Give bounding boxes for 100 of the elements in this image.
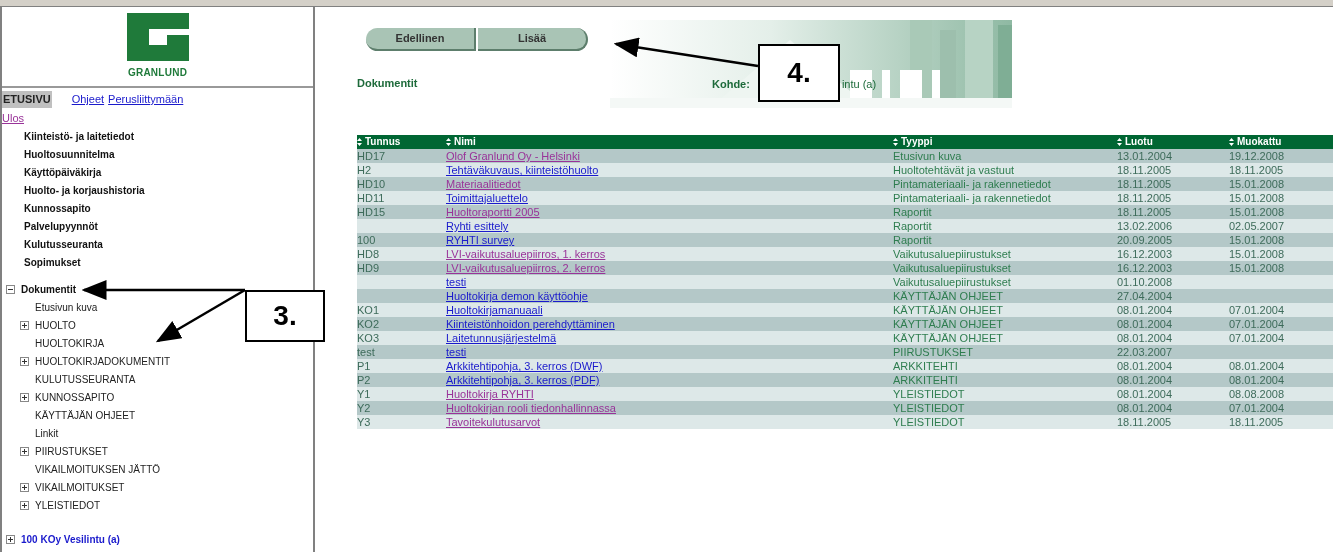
tree-item[interactable]: KUNNOSSAPITO [35, 389, 115, 405]
column-header[interactable]: Tyyppi [893, 135, 1117, 149]
table-cell: YLEISTIEDOT [893, 402, 965, 414]
menu-item[interactable]: Sopimukset [24, 256, 81, 270]
table-cell: HD10 [357, 178, 386, 190]
tree-item[interactable]: Linkit [35, 425, 59, 441]
document-link[interactable]: Laitetunnusjärjestelmä [446, 332, 557, 344]
table-cell: Vaikutusaluepiirustukset [893, 248, 1011, 260]
table-cell: Y2 [357, 402, 371, 414]
table-cell: KÄYTTÄJÄN OHJEET [893, 318, 1004, 330]
collapse-icon[interactable] [6, 284, 15, 294]
target-value: intu (a) [841, 77, 877, 92]
tree-item[interactable]: PIIRUSTUKSET [35, 443, 108, 459]
document-link[interactable]: testi [446, 346, 467, 358]
menu-item[interactable]: Käyttöpäiväkirja [24, 166, 102, 180]
table-cell: 08.01.2004 [1117, 374, 1173, 386]
expand-icon[interactable] [20, 482, 29, 492]
tree-item[interactable]: 100 KOy Vesilintu (a) [21, 531, 120, 547]
document-link[interactable]: LVI-vaikutusaluepiirros, 1. kerros [446, 248, 606, 260]
table-cell: 15.01.2008 [1229, 178, 1285, 190]
table-cell: Huoltotehtävät ja vastuut [893, 164, 1015, 176]
document-link[interactable]: Ryhti esittely [446, 220, 509, 232]
expand-icon[interactable] [6, 534, 15, 544]
table-cell: HD9 [357, 262, 379, 274]
table-cell: 02.05.2007 [1229, 220, 1285, 232]
document-link[interactable]: testi [446, 276, 467, 288]
table-cell: 08.01.2004 [1117, 332, 1173, 344]
document-link[interactable]: Huoltokirjan rooli tiedonhallinnassa [446, 402, 616, 414]
document-link[interactable]: Kiinteistönhoidon perehdyttäminen [446, 318, 615, 330]
document-link[interactable]: Olof Granlund Oy - Helsinki [446, 150, 580, 162]
table-cell: 08.01.2004 [1229, 374, 1285, 386]
table-cell: 18.11.2005 [1117, 192, 1172, 204]
logo-icon [126, 13, 189, 61]
menu-item[interactable]: Kiinteistö- ja laitetiedot [24, 130, 134, 144]
expand-icon[interactable] [20, 356, 29, 366]
document-link[interactable]: Tehtäväkuvaus, kiinteistöhuolto [446, 164, 599, 176]
menu-item[interactable]: Palvelupyynnöt [24, 220, 98, 234]
column-header[interactable]: Nimi [446, 135, 893, 149]
table-cell: 13.01.2004 [1117, 150, 1173, 162]
document-link[interactable]: Huoltokirjamanuaali [446, 304, 543, 316]
expand-icon[interactable] [20, 446, 29, 456]
menu-item[interactable]: Huolto- ja korjaushistoria [24, 184, 145, 198]
table-cell: 08.01.2004 [1229, 360, 1285, 372]
table-cell: PIIRUSTUKSET [893, 346, 974, 358]
toolbar-button[interactable]: Edellinen [366, 28, 476, 51]
document-link[interactable]: Arkkitehtipohja, 3. kerros (DWF) [446, 360, 603, 372]
table-cell: 07.01.2004 [1229, 402, 1285, 414]
table-cell: 15.01.2008 [1229, 248, 1285, 260]
table-cell: KO1 [357, 304, 379, 316]
logout-link[interactable]: Ulos [2, 109, 24, 126]
tree-item[interactable]: KULUTUSSEURANTA [35, 371, 136, 387]
tree-item[interactable]: VIKAILMOITUKSEN JÄTTÖ [35, 461, 161, 477]
tree-item[interactable]: VIKAILMOITUKSET [35, 479, 125, 495]
table-cell: HD15 [357, 206, 386, 218]
menu-item[interactable]: Kunnossapito [24, 202, 91, 216]
expand-icon[interactable] [20, 500, 29, 510]
table-cell: 01.10.2008 [1117, 276, 1173, 288]
table-cell: 07.01.2004 [1229, 304, 1285, 316]
table-cell: 18.11.2005 [1117, 206, 1172, 218]
table-cell: 27.04.2004 [1117, 290, 1173, 302]
column-header[interactable]: Tunnus [357, 135, 446, 149]
column-header[interactable]: Luotu [1117, 135, 1229, 149]
table-cell: Vaikutusaluepiirustukset [893, 262, 1011, 274]
tree-item[interactable]: Dokumentit [21, 281, 76, 297]
document-link[interactable]: LVI-vaikutusaluepiirros, 2. kerros [446, 262, 606, 274]
toolbar-button[interactable]: Lisää [478, 28, 588, 51]
table-cell: HD8 [357, 248, 379, 260]
document-link[interactable]: Toimittajaluettelo [446, 192, 528, 204]
table-cell: Raportit [893, 220, 932, 232]
nav-link[interactable]: Ohjeet [71, 91, 105, 108]
column-header[interactable]: Muokattu [1229, 135, 1333, 149]
document-link[interactable]: Materiaalitiedot [446, 178, 521, 190]
tree-item[interactable]: HUOLTOKIRJA [35, 335, 105, 351]
tree-item[interactable]: KÄYTTÄJÄN OHJEET [35, 407, 135, 423]
table-cell: YLEISTIEDOT [893, 388, 965, 400]
expand-icon[interactable] [20, 320, 29, 330]
table-cell: 20.09.2005 [1117, 234, 1173, 246]
table-cell: 16.12.2003 [1117, 248, 1173, 260]
tree-item[interactable]: Etusivun kuva [35, 299, 98, 315]
table-cell: P2 [357, 374, 371, 386]
table-cell: ARKKITEHTI [893, 360, 958, 372]
expand-icon[interactable] [20, 392, 29, 402]
table-cell: YLEISTIEDOT [893, 416, 965, 428]
tree-item[interactable]: HUOLTO [35, 317, 76, 333]
document-link[interactable]: Huoltokirja demon käyttöohje [446, 290, 588, 302]
document-link[interactable]: RYHTI survey [446, 234, 515, 246]
document-link[interactable]: Tavoitekulutusarvot [446, 416, 541, 428]
nav-link[interactable]: Perusliittymään [108, 91, 184, 108]
table-cell: 15.01.2008 [1229, 192, 1285, 204]
table-cell: 07.01.2004 [1229, 332, 1285, 344]
document-link[interactable]: Huoltokirja RYHTI [446, 388, 534, 400]
table-cell: KÄYTTÄJÄN OHJEET [893, 332, 1004, 344]
document-link[interactable]: Arkkitehtipohja, 3. kerros (PDF) [446, 374, 600, 386]
menu-item[interactable]: Huoltosuunnitelma [24, 148, 115, 162]
document-link[interactable]: Huoltoraportti 2005 [446, 206, 540, 218]
menu-item[interactable]: Kulutusseuranta [24, 238, 103, 252]
tree-item[interactable]: HUOLTOKIRJADOKUMENTIT [35, 353, 171, 369]
tree-item[interactable]: YLEISTIEDOT [35, 497, 100, 513]
table-cell: Y1 [357, 388, 371, 400]
table-cell: 18.11.2005 [1229, 416, 1284, 428]
